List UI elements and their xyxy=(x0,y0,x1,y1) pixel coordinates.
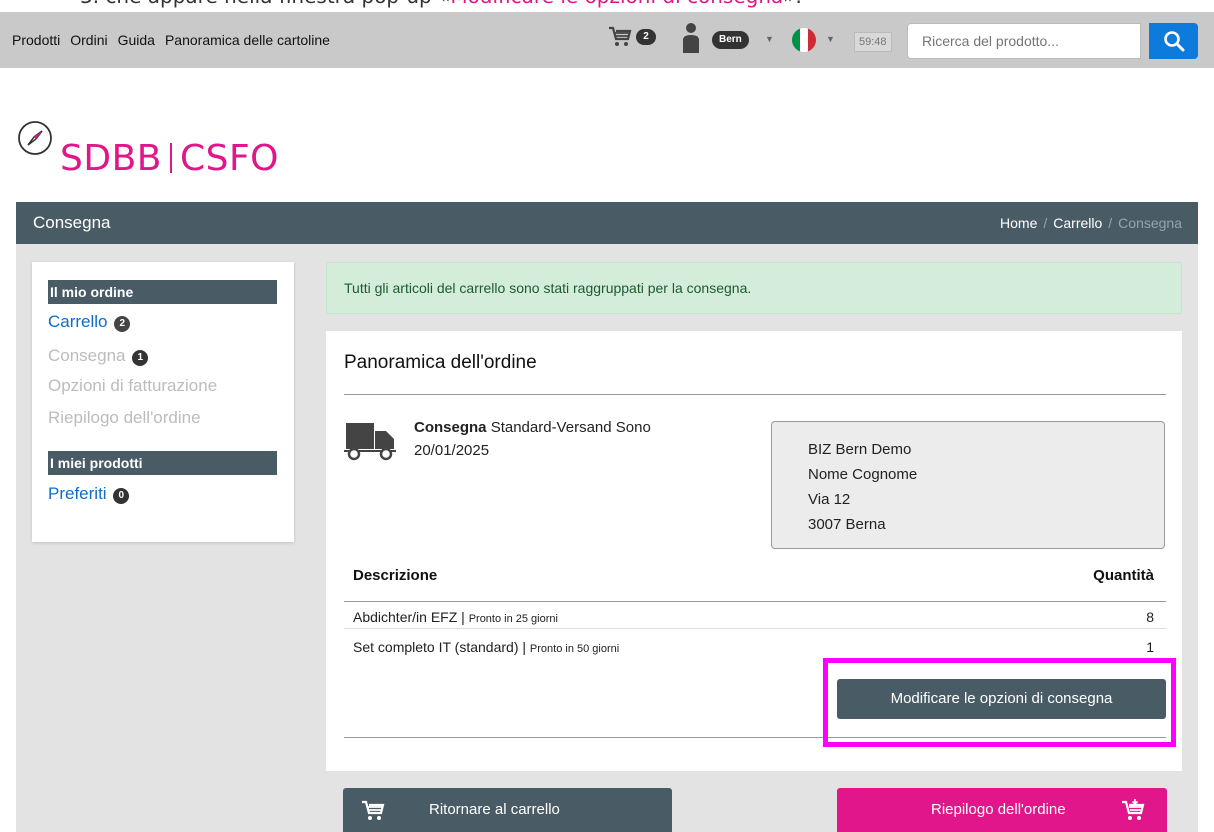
page-header: Consegna Home / Carrello / Consegna xyxy=(16,202,1198,244)
column-header-description: Descrizione xyxy=(353,567,438,584)
divider xyxy=(344,737,1166,738)
nav-link-guide[interactable]: Guida xyxy=(118,32,155,48)
modify-delivery-options-button[interactable]: Modificare le opzioni di consegna xyxy=(837,679,1166,719)
row-quantity: 8 xyxy=(1146,609,1154,625)
cart-button[interactable]: 2 xyxy=(608,26,656,48)
delivery-truck-icon xyxy=(344,423,396,461)
italian-flag-icon[interactable] xyxy=(792,28,816,52)
divider xyxy=(344,601,1166,602)
favorites-badge: 0 xyxy=(113,488,130,504)
delivery-date: 20/01/2025 xyxy=(414,442,490,459)
delivery-badge: 1 xyxy=(132,350,149,366)
order-summary-button[interactable]: Riepilogo dell'ordine xyxy=(837,788,1167,832)
sdbb-csfo-logo[interactable]: SDBB CSFO xyxy=(16,108,279,179)
breadcrumb-cart[interactable]: Carrello xyxy=(1053,215,1102,231)
order-sidebar: Il mio ordine Carrello 2 Consegna 1 Opzi… xyxy=(32,262,294,542)
cart-icon xyxy=(362,800,385,820)
table-row: Set completo IT (standard) | Pronto in 5… xyxy=(353,639,620,655)
row-quantity: 1 xyxy=(1146,639,1154,655)
card-title: Panoramica dell'ordine xyxy=(344,352,537,373)
nav-link-products[interactable]: Prodotti xyxy=(12,32,60,48)
user-location-pill[interactable]: Bern xyxy=(712,31,749,49)
breadcrumb-home[interactable]: Home xyxy=(1000,215,1037,231)
breadcrumb-current: Consegna xyxy=(1118,215,1182,231)
chevron-down-icon[interactable]: ▼ xyxy=(765,34,774,44)
sidebar-item-favorites[interactable]: Preferiti 0 xyxy=(48,484,130,504)
search-icon xyxy=(1163,31,1184,52)
nav-link-orders[interactable]: Ordini xyxy=(70,32,107,48)
cart-badge: 2 xyxy=(114,316,131,332)
table-row: Abdichter/in EFZ | Pronto in 25 giorni xyxy=(353,609,558,625)
cart-icon xyxy=(609,26,632,46)
page-title: Consegna xyxy=(33,213,111,232)
sidebar-item-cart[interactable]: Carrello 2 xyxy=(48,312,131,332)
grouping-success-alert: Tutti gli articoli del carrello sono sta… xyxy=(326,262,1182,314)
back-to-cart-button[interactable]: Ritornare al carrello xyxy=(343,788,672,832)
user-icon[interactable] xyxy=(682,22,700,54)
sidebar-item-order-summary: Riepilogo dell'ordine xyxy=(48,408,201,427)
sidebar-section-my-order: Il mio ordine xyxy=(48,280,277,304)
delivery-info: Consegna Standard-Versand Sono 20/01/202… xyxy=(414,419,651,459)
compass-icon xyxy=(18,121,52,155)
delivery-address: BIZ Bern Demo Nome Cognome Via 12 3007 B… xyxy=(771,421,1165,549)
column-header-quantity: Quantità xyxy=(1093,567,1154,584)
divider xyxy=(344,394,1166,395)
session-timer: 59:48 xyxy=(854,32,892,52)
order-overview-card: Panoramica dell'ordine Consegna Standard… xyxy=(326,331,1182,771)
top-nav-bar: Prodotti Ordini Guida Panoramica delle c… xyxy=(0,12,1214,68)
sidebar-item-billing-options: Opzioni di fatturazione xyxy=(48,376,218,395)
nav-link-postcards-overview[interactable]: Panoramica delle cartoline xyxy=(165,32,330,48)
divider xyxy=(344,628,1166,629)
chevron-down-icon[interactable]: ▼ xyxy=(826,34,835,44)
sidebar-item-delivery: Consegna 1 xyxy=(48,346,149,366)
search-button[interactable] xyxy=(1149,23,1198,59)
cart-check-icon xyxy=(1122,799,1145,820)
product-search-input[interactable] xyxy=(907,23,1141,59)
sidebar-section-my-products: I miei prodotti xyxy=(48,451,277,475)
breadcrumb: Home / Carrello / Consegna xyxy=(1000,215,1182,231)
cart-count-badge: 2 xyxy=(636,29,656,45)
